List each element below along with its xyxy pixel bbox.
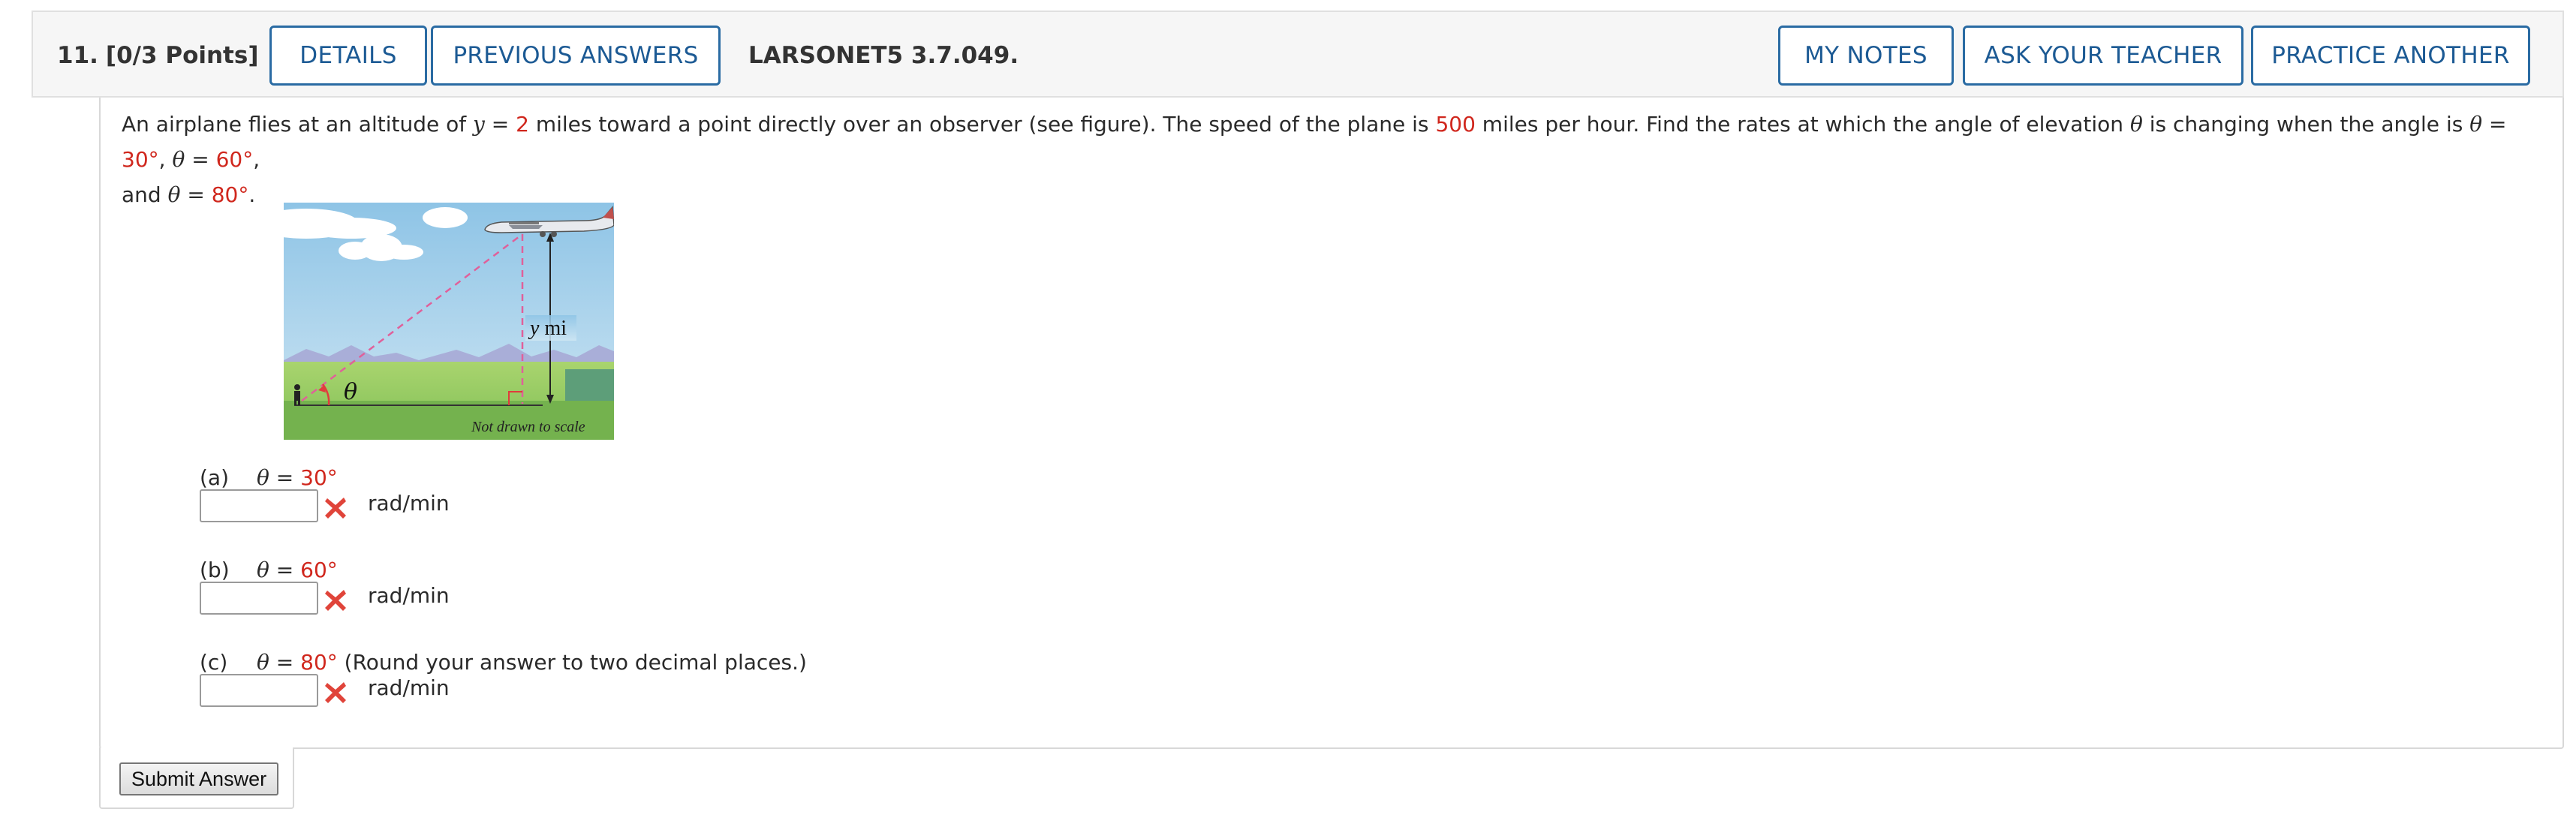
problem-text-part: and <box>122 182 168 207</box>
separator: , <box>253 147 260 172</box>
altitude-label: y mi <box>528 317 567 340</box>
variable-theta: θ <box>2129 112 2143 137</box>
angle-value-3: 80° <box>211 182 249 207</box>
theta-label: θ <box>344 379 357 405</box>
part-letter: (b) <box>200 558 230 582</box>
part-angle: 80° <box>300 650 338 675</box>
question-points: [0/3 Points] <box>105 42 259 69</box>
question-number: 11. [0/3 Points] <box>57 12 259 99</box>
submit-answer-button[interactable]: Submit Answer <box>119 762 279 795</box>
equals-sign: = <box>269 465 301 490</box>
unit-label-c: rad/min <box>368 675 450 700</box>
answer-input-b[interactable] <box>200 582 318 615</box>
problem-text-part: miles toward a point directly over an ob… <box>528 112 1436 137</box>
separator: . <box>248 182 256 207</box>
answer-input-c[interactable] <box>200 674 318 707</box>
equals-sign: = <box>180 182 212 207</box>
part-angle: 60° <box>300 558 338 582</box>
speed-value: 500 <box>1435 112 1476 137</box>
x-mark-icon <box>325 590 346 611</box>
equals-sign: = <box>269 558 301 582</box>
question-index: 11. <box>57 42 98 69</box>
equals-sign: = <box>269 650 301 675</box>
airplane-figure: y mi θ Not drawn to scale <box>284 203 614 440</box>
variable-theta: θ <box>2469 112 2483 137</box>
part-note: (Round your answer to two decimal places… <box>337 650 807 675</box>
altitude-value: 2 <box>516 112 529 137</box>
altitude-label-unit: mi <box>539 317 567 340</box>
question-header: 11. [0/3 Points] DETAILS PREVIOUS ANSWERS… <box>32 11 2564 98</box>
equals-sign: = <box>484 112 516 137</box>
practice-another-button[interactable]: PRACTICE ANOTHER <box>2251 26 2530 86</box>
part-angle: 30° <box>300 465 338 490</box>
equals-sign: = <box>2482 112 2507 137</box>
previous-answers-button[interactable]: PREVIOUS ANSWERS <box>431 26 721 86</box>
part-letter: (a) <box>200 465 230 490</box>
problem-text-part: miles per hour. Find the rates at which … <box>1475 112 2130 137</box>
variable-theta: θ <box>167 182 181 207</box>
problem-text-part: is changing when the angle is <box>2142 112 2470 137</box>
unit-label-a: rad/min <box>368 491 450 516</box>
problem-text: An airplane flies at an altitude of y = … <box>122 107 2523 212</box>
part-c-label: (c) θ = 80° (Round your answer to two dec… <box>200 650 807 675</box>
variable-theta: θ <box>172 147 185 172</box>
part-b-label: (b) θ = 60° <box>200 558 338 582</box>
altitude-label-var: y <box>528 317 540 340</box>
my-notes-button[interactable]: MY NOTES <box>1778 26 1954 86</box>
variable-theta: θ <box>257 558 269 582</box>
x-mark-icon <box>325 682 346 703</box>
variable-theta: θ <box>257 465 269 490</box>
answer-input-a[interactable] <box>200 489 318 522</box>
variable-y: y <box>473 112 485 137</box>
hedge <box>565 369 614 401</box>
problem-text-part: An airplane flies at an altitude of <box>122 112 474 137</box>
equals-sign: = <box>185 147 216 172</box>
separator: , <box>158 147 173 172</box>
variable-theta: θ <box>257 650 269 675</box>
part-a-label: (a) θ = 30° <box>200 465 338 490</box>
problem-code: LARSONET5 3.7.049. <box>748 42 1019 69</box>
angle-value-1: 30° <box>122 147 159 172</box>
ask-your-teacher-button[interactable]: ASK YOUR TEACHER <box>1963 26 2243 86</box>
unit-label-b: rad/min <box>368 583 450 608</box>
x-mark-icon <box>325 498 346 519</box>
details-button[interactable]: DETAILS <box>269 26 427 86</box>
part-letter: (c) <box>200 650 228 675</box>
not-to-scale-note: Not drawn to scale <box>471 419 585 435</box>
angle-value-2: 60° <box>215 147 254 172</box>
